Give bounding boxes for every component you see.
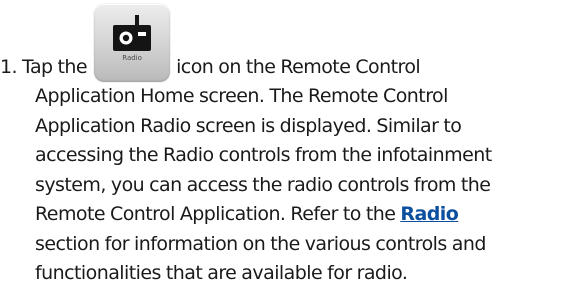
step-line-1: 1. Tap the Radio icon on the Remote Contro… [0,2,579,82]
radio-app-icon: Radio [94,4,171,82]
step-text-line-3: Application Radio screen is displayed. S… [35,114,462,137]
step-text-line-2: Application Home screen. The Remote Cont… [35,85,448,107]
refer-text: Remote Control Application. Refer to the [35,203,401,225]
step-text-line-4: accessing the Radio controls from the in… [35,144,492,166]
step-number: 1. [0,55,18,78]
step-text-line-7: section for information on the various c… [35,232,486,255]
radio-icon-label: Radio [122,53,142,62]
radio-section-link[interactable]: Radio [400,203,458,225]
step-text-line-8: functionalities that are available for r… [35,262,408,284]
instruction-step: 1. Tap the Radio icon on the Remote Contro… [0,2,579,289]
step-text-line-5: system, you can access the radio control… [35,173,491,196]
tap-text: Tap the [22,55,88,78]
step-text-line-6: Remote Control Application. Refer to the… [0,200,579,230]
step-text-line-1: icon on the Remote Control [176,55,421,78]
